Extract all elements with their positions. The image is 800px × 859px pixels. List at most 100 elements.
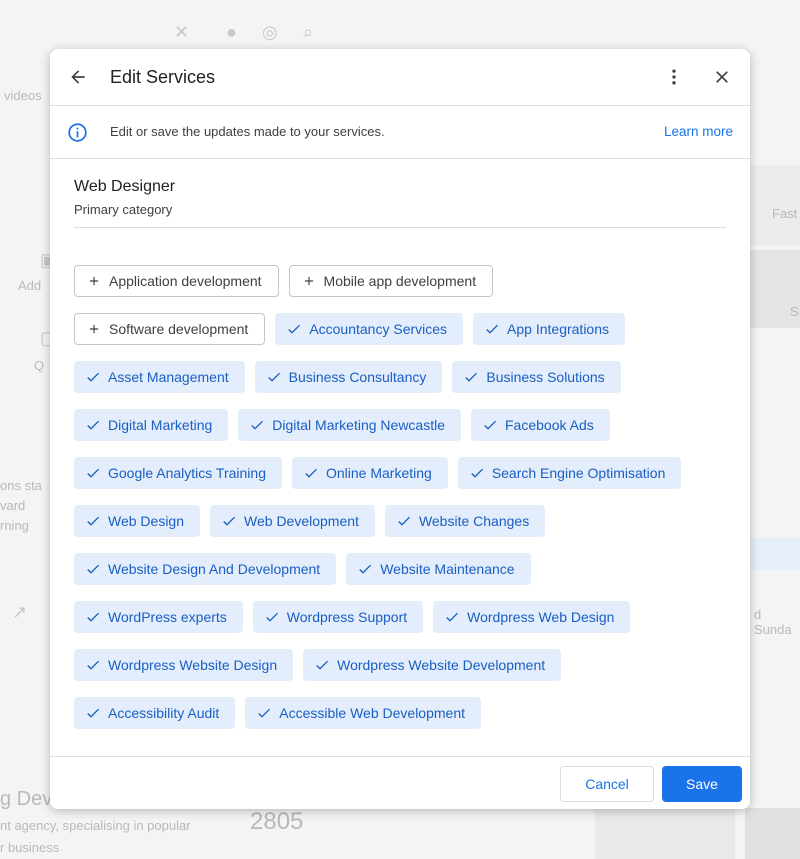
selected-service-chip[interactable]: Accountancy Services: [275, 313, 464, 345]
selected-service-chip[interactable]: Google Analytics Training: [74, 457, 282, 489]
selected-service-chip[interactable]: Wordpress Web Design: [433, 601, 631, 633]
service-chip-label: Asset Management: [108, 369, 229, 385]
check-icon: [313, 656, 331, 674]
check-icon: [84, 512, 102, 530]
selected-service-chip[interactable]: WordPress experts: [74, 601, 243, 633]
service-chip-label: Accessibility Audit: [108, 705, 220, 721]
check-icon: [87, 468, 99, 478]
bg-text: r business: [0, 840, 60, 855]
chip-row: Asset Management Business Consultancy Busi…: [74, 361, 734, 393]
service-chip-label: Business Solutions: [486, 369, 605, 385]
selected-service-chip[interactable]: Wordpress Website Development: [303, 649, 562, 681]
primary-category: Web Designer Primary category: [74, 178, 726, 228]
check-icon: [468, 464, 486, 482]
selected-service-chip[interactable]: Search Engine Optimisation: [457, 457, 682, 489]
service-chip-label: Software development: [109, 321, 249, 337]
check-icon: [356, 560, 374, 578]
add-service-chip[interactable]: Application development: [74, 265, 279, 297]
check-icon: [266, 612, 278, 622]
close-icon: [716, 71, 728, 83]
check-icon: [483, 320, 501, 338]
plus-icon: [89, 324, 99, 334]
selected-service-chip[interactable]: Digital Marketing: [74, 409, 229, 441]
check-icon: [443, 608, 461, 626]
chip-row: Google Analytics Training Online Marketin…: [74, 457, 734, 489]
check-icon: [288, 324, 301, 334]
selected-service-chip[interactable]: Accessibility Audit: [74, 697, 236, 729]
bg-text: vard: [0, 498, 26, 513]
services-scroll-area[interactable]: Web Designer Primary category Applicatio…: [50, 159, 750, 756]
selected-service-chip[interactable]: Website Design And Development: [74, 553, 337, 585]
dialog-footer: Cancel Save: [50, 756, 750, 809]
chip-row: WordPress experts Wordpress Support Wordpr…: [74, 601, 734, 633]
service-chip-label: Digital Marketing Newcastle: [272, 417, 445, 433]
selected-service-chip[interactable]: Online Marketing: [291, 457, 448, 489]
service-chip-label: Application development: [109, 273, 262, 289]
plus-icon: [89, 276, 99, 286]
service-chip-label: Wordpress Web Design: [467, 609, 615, 625]
back-button[interactable]: [64, 63, 92, 91]
selected-service-chip[interactable]: App Integrations: [473, 313, 626, 345]
check-icon: [446, 612, 459, 622]
check-icon: [84, 608, 102, 626]
chip-row: Wordpress Website Design Wordpress Websit…: [74, 649, 734, 681]
check-icon: [84, 416, 102, 434]
add-service-chip[interactable]: Software development: [74, 313, 266, 345]
selected-service-chip[interactable]: Business Consultancy: [254, 361, 443, 393]
selected-service-chip[interactable]: Asset Management: [74, 361, 245, 393]
check-icon: [265, 368, 283, 386]
more-options-button[interactable]: [661, 63, 687, 91]
selected-service-chip[interactable]: Wordpress Support: [252, 601, 424, 633]
service-chip-label: Facebook Ads: [505, 417, 594, 433]
bg-text: videos: [4, 88, 42, 103]
service-chip-label: WordPress experts: [108, 609, 227, 625]
mic-icon: ●: [226, 22, 237, 42]
selected-service-chip[interactable]: Web Design: [74, 505, 201, 537]
selected-service-chip[interactable]: Website Maintenance: [346, 553, 531, 585]
bg-text: d Sunda: [754, 607, 792, 637]
service-chip-label: Website Design And Development: [108, 561, 321, 577]
check-icon: [84, 464, 102, 482]
arrow-back-icon: [71, 70, 85, 84]
selected-service-chip[interactable]: Accessible Web Development: [245, 697, 481, 729]
edit-services-dialog: Edit Services Edit or save the updates m…: [50, 49, 750, 809]
selected-service-chip[interactable]: Business Solutions: [452, 361, 621, 393]
check-icon: [87, 708, 99, 718]
cancel-button[interactable]: Cancel: [560, 766, 654, 802]
service-chip-label: Web Design: [108, 513, 185, 529]
learn-more-link[interactable]: Learn more: [664, 124, 733, 139]
check-icon: [251, 420, 264, 430]
service-chip-label: Online Marketing: [325, 465, 432, 481]
save-button[interactable]: Save: [662, 766, 742, 802]
check-icon: [87, 612, 99, 622]
close-button[interactable]: [708, 63, 736, 91]
check-icon: [462, 368, 480, 386]
check-icon: [223, 516, 236, 526]
bg-text: S: [790, 304, 799, 319]
bg-text: nt agency, specialising in popular: [0, 818, 191, 833]
selected-service-chip[interactable]: Facebook Ads: [471, 409, 610, 441]
selected-service-chip[interactable]: Digital Marketing Newcastle: [238, 409, 461, 441]
add-service-chip[interactable]: Mobile app development: [288, 265, 494, 297]
service-chip-label: Business Consultancy: [288, 369, 427, 385]
bg-text: ons sta: [0, 478, 42, 493]
bg-text: Q: [34, 358, 45, 373]
selected-service-chip[interactable]: Wordpress Website Design: [74, 649, 294, 681]
check-icon: [84, 656, 102, 674]
selected-service-chip[interactable]: Web Development: [210, 505, 375, 537]
selected-service-chip[interactable]: Website Changes: [384, 505, 546, 537]
service-chip-label: Search Engine Optimisation: [491, 465, 666, 481]
service-chip-label: Accountancy Services: [309, 321, 448, 337]
lens-icon: ◎: [262, 22, 278, 42]
plus-icon: [300, 272, 318, 290]
check-icon: [255, 704, 273, 722]
more-vert-icon: [672, 69, 676, 85]
check-icon: [395, 512, 413, 530]
chip-row: Accessibility Audit Accessible Web Develo…: [74, 697, 734, 729]
check-icon: [87, 516, 99, 526]
dialog-header: Edit Services: [50, 49, 750, 106]
check-icon: [248, 416, 266, 434]
check-icon: [302, 464, 320, 482]
info-text: Edit or save the updates made to your se…: [110, 124, 385, 139]
check-icon: [87, 372, 99, 382]
